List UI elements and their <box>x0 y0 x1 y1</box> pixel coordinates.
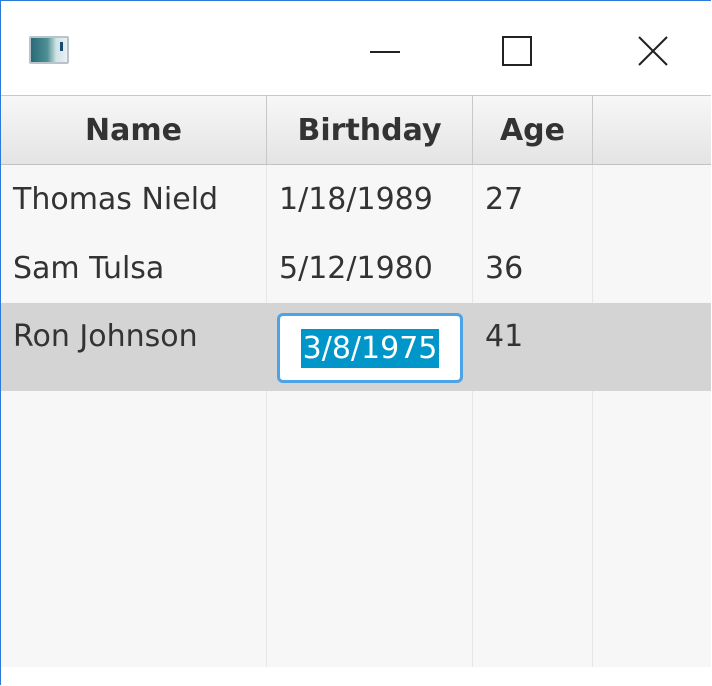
cell-age[interactable]: 36 <box>473 234 593 303</box>
app-window: Name Birthday Age Thomas Nield 1/18/1989… <box>0 0 711 685</box>
column-header-birthday[interactable]: Birthday <box>267 96 473 164</box>
column-header-name[interactable]: Name <box>1 96 267 164</box>
minimize-icon <box>370 51 400 53</box>
people-table[interactable]: Name Birthday Age Thomas Nield 1/18/1989… <box>1 95 711 685</box>
table-body: Thomas Nield 1/18/1989 27 Sam Tulsa 5/12… <box>1 165 711 667</box>
empty-cell <box>473 598 593 667</box>
birthday-edit-field[interactable]: 3/8/1975 <box>277 313 463 383</box>
empty-cell <box>473 460 593 529</box>
cell-birthday[interactable]: 1/18/1989 <box>267 165 473 234</box>
app-icon[interactable] <box>29 36 69 64</box>
cell-age[interactable]: 27 <box>473 165 593 234</box>
table-row[interactable]: Sam Tulsa 5/12/1980 36 <box>1 234 711 303</box>
empty-cell <box>593 460 711 529</box>
empty-table-row <box>1 598 711 667</box>
empty-cell <box>593 391 711 460</box>
column-header-filler <box>593 96 711 164</box>
column-header-age[interactable]: Age <box>473 96 593 164</box>
maximize-icon <box>502 36 532 66</box>
cell-filler <box>593 165 711 234</box>
empty-cell <box>473 391 593 460</box>
close-button[interactable] <box>623 23 683 79</box>
table-row[interactable]: Thomas Nield 1/18/1989 27 <box>1 165 711 234</box>
empty-table-row <box>1 391 711 460</box>
empty-cell <box>1 460 267 529</box>
cell-birthday[interactable]: 5/12/1980 <box>267 234 473 303</box>
table-row-selected[interactable]: Ron Johnson 3/8/1975 41 <box>1 303 711 391</box>
empty-cell <box>267 529 473 598</box>
cell-name[interactable]: Ron Johnson <box>1 303 267 391</box>
close-icon <box>638 36 668 66</box>
empty-table-row <box>1 460 711 529</box>
empty-cell <box>267 391 473 460</box>
title-bar[interactable] <box>1 1 711 95</box>
minimize-button[interactable] <box>355 23 415 79</box>
empty-table-row <box>1 529 711 598</box>
cell-age[interactable]: 41 <box>473 303 593 391</box>
edit-field-selected-text[interactable]: 3/8/1975 <box>300 328 440 368</box>
cell-filler <box>593 234 711 303</box>
empty-cell <box>473 529 593 598</box>
empty-cell <box>1 391 267 460</box>
table-header: Name Birthday Age <box>1 95 711 165</box>
empty-cell <box>267 598 473 667</box>
maximize-button[interactable] <box>487 23 547 79</box>
empty-cell <box>1 598 267 667</box>
cell-name[interactable]: Sam Tulsa <box>1 234 267 303</box>
empty-cell <box>267 460 473 529</box>
cell-filler <box>593 303 711 391</box>
cell-birthday-editing[interactable]: 3/8/1975 <box>267 303 473 391</box>
empty-cell <box>593 598 711 667</box>
cell-name[interactable]: Thomas Nield <box>1 165 267 234</box>
empty-cell <box>1 529 267 598</box>
empty-cell <box>593 529 711 598</box>
